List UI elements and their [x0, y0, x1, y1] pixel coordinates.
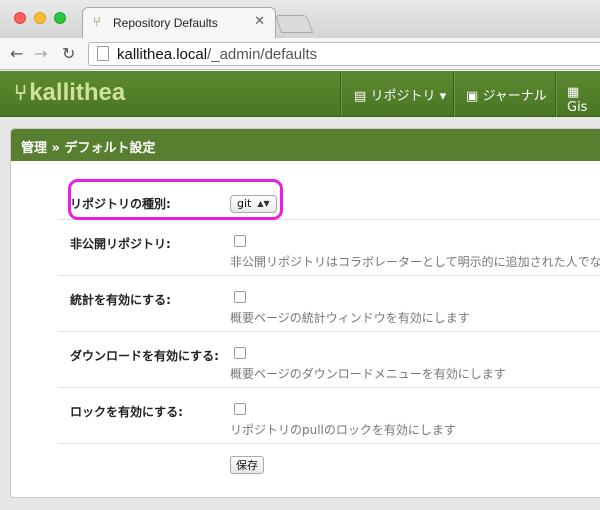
form-row-download: ダウンロードを有効にする: 概要ページのダウンロードメニューを有効にします — [58, 332, 600, 388]
browser-toolbar: ← → ↻ kallithea.local/_admin/defaults — [0, 38, 600, 70]
window-maximize-button[interactable] — [54, 12, 66, 24]
nav-gists-label: Gis — [567, 100, 588, 115]
address-bar[interactable]: kallithea.local/_admin/defaults — [88, 42, 600, 66]
panel-title: 管理 » デフォルト設定 — [11, 129, 600, 161]
nav-journal[interactable]: ▣ ジャーナル — [466, 85, 547, 104]
clipboard-icon: ▦ — [567, 85, 580, 100]
forward-arrow-icon[interactable]: → — [34, 44, 47, 63]
nav-repositories[interactable]: ▤ リポジトリ ▾ — [354, 85, 446, 104]
window-close-button[interactable] — [14, 12, 26, 24]
download-help: 概要ページのダウンロードメニューを有効にします — [230, 367, 506, 381]
back-arrow-icon[interactable]: ← — [10, 44, 23, 63]
form-row-stats: 統計を有効にする: 概要ページの統計ウィンドウを有効にします — [58, 276, 600, 332]
lock-checkbox[interactable] — [234, 403, 246, 415]
nav-journal-label: ジャーナル — [482, 89, 547, 104]
private-checkbox[interactable] — [234, 235, 246, 247]
lock-label: ロックを有効にする: — [70, 405, 183, 419]
form-row-lock: ロックを有効にする: リポジトリのpullのロックを有効にします — [58, 388, 600, 444]
nav-divider — [340, 71, 341, 117]
logo-text: kallithea — [29, 79, 126, 106]
nav-repositories-label: リポジトリ — [370, 89, 436, 104]
nav-divider — [555, 71, 556, 117]
stats-label: 統計を有効にする: — [70, 293, 171, 307]
highlight-annotation — [68, 179, 283, 220]
browser-tab[interactable]: ⑂ Repository Defaults ✕ — [82, 7, 276, 38]
reload-icon[interactable]: ↻ — [62, 44, 75, 63]
browser-titlebar: ⑂ Repository Defaults ✕ — [0, 0, 600, 38]
url-host: kallithea.local — [117, 46, 208, 63]
kallithea-favicon-icon: ⑂ — [93, 15, 101, 30]
save-button[interactable]: 保存 — [230, 456, 264, 474]
book-icon: ▣ — [466, 89, 479, 104]
tab-close-icon[interactable]: ✕ — [254, 14, 265, 29]
window-minimize-button[interactable] — [34, 12, 46, 24]
download-label: ダウンロードを有効にする: — [70, 349, 219, 363]
stats-checkbox[interactable] — [234, 291, 246, 303]
form-row-private: 非公開リポジトリ: 非公開リポジトリはコラボレーターとして明示的に追加された人で… — [58, 220, 600, 276]
url-text: kallithea.local/_admin/defaults — [117, 46, 317, 63]
kallithea-logo-icon: ⑂ — [14, 80, 28, 105]
stats-help: 概要ページの統計ウィンドウを有効にします — [230, 311, 470, 325]
new-tab-button[interactable] — [274, 15, 314, 33]
nav-divider — [453, 71, 454, 117]
caret-down-icon: ▾ — [439, 89, 447, 104]
nav-gists[interactable]: ▦ Gis — [567, 85, 600, 115]
private-help: 非公開リポジトリはコラボレーターとして明示的に追加された人でな — [230, 255, 600, 269]
page-icon — [97, 46, 109, 61]
app-header: ⑂kallithea ▤ リポジトリ ▾ ▣ ジャーナル ▦ Gis — [0, 71, 600, 117]
kallithea-logo[interactable]: ⑂kallithea — [14, 79, 125, 107]
url-path: /_admin/defaults — [207, 46, 318, 63]
lock-help: リポジトリのpullのロックを有効にします — [230, 423, 456, 437]
private-label: 非公開リポジトリ: — [70, 237, 171, 251]
download-checkbox[interactable] — [234, 347, 246, 359]
tab-title: Repository Defaults — [113, 16, 218, 30]
database-icon: ▤ — [354, 89, 367, 104]
